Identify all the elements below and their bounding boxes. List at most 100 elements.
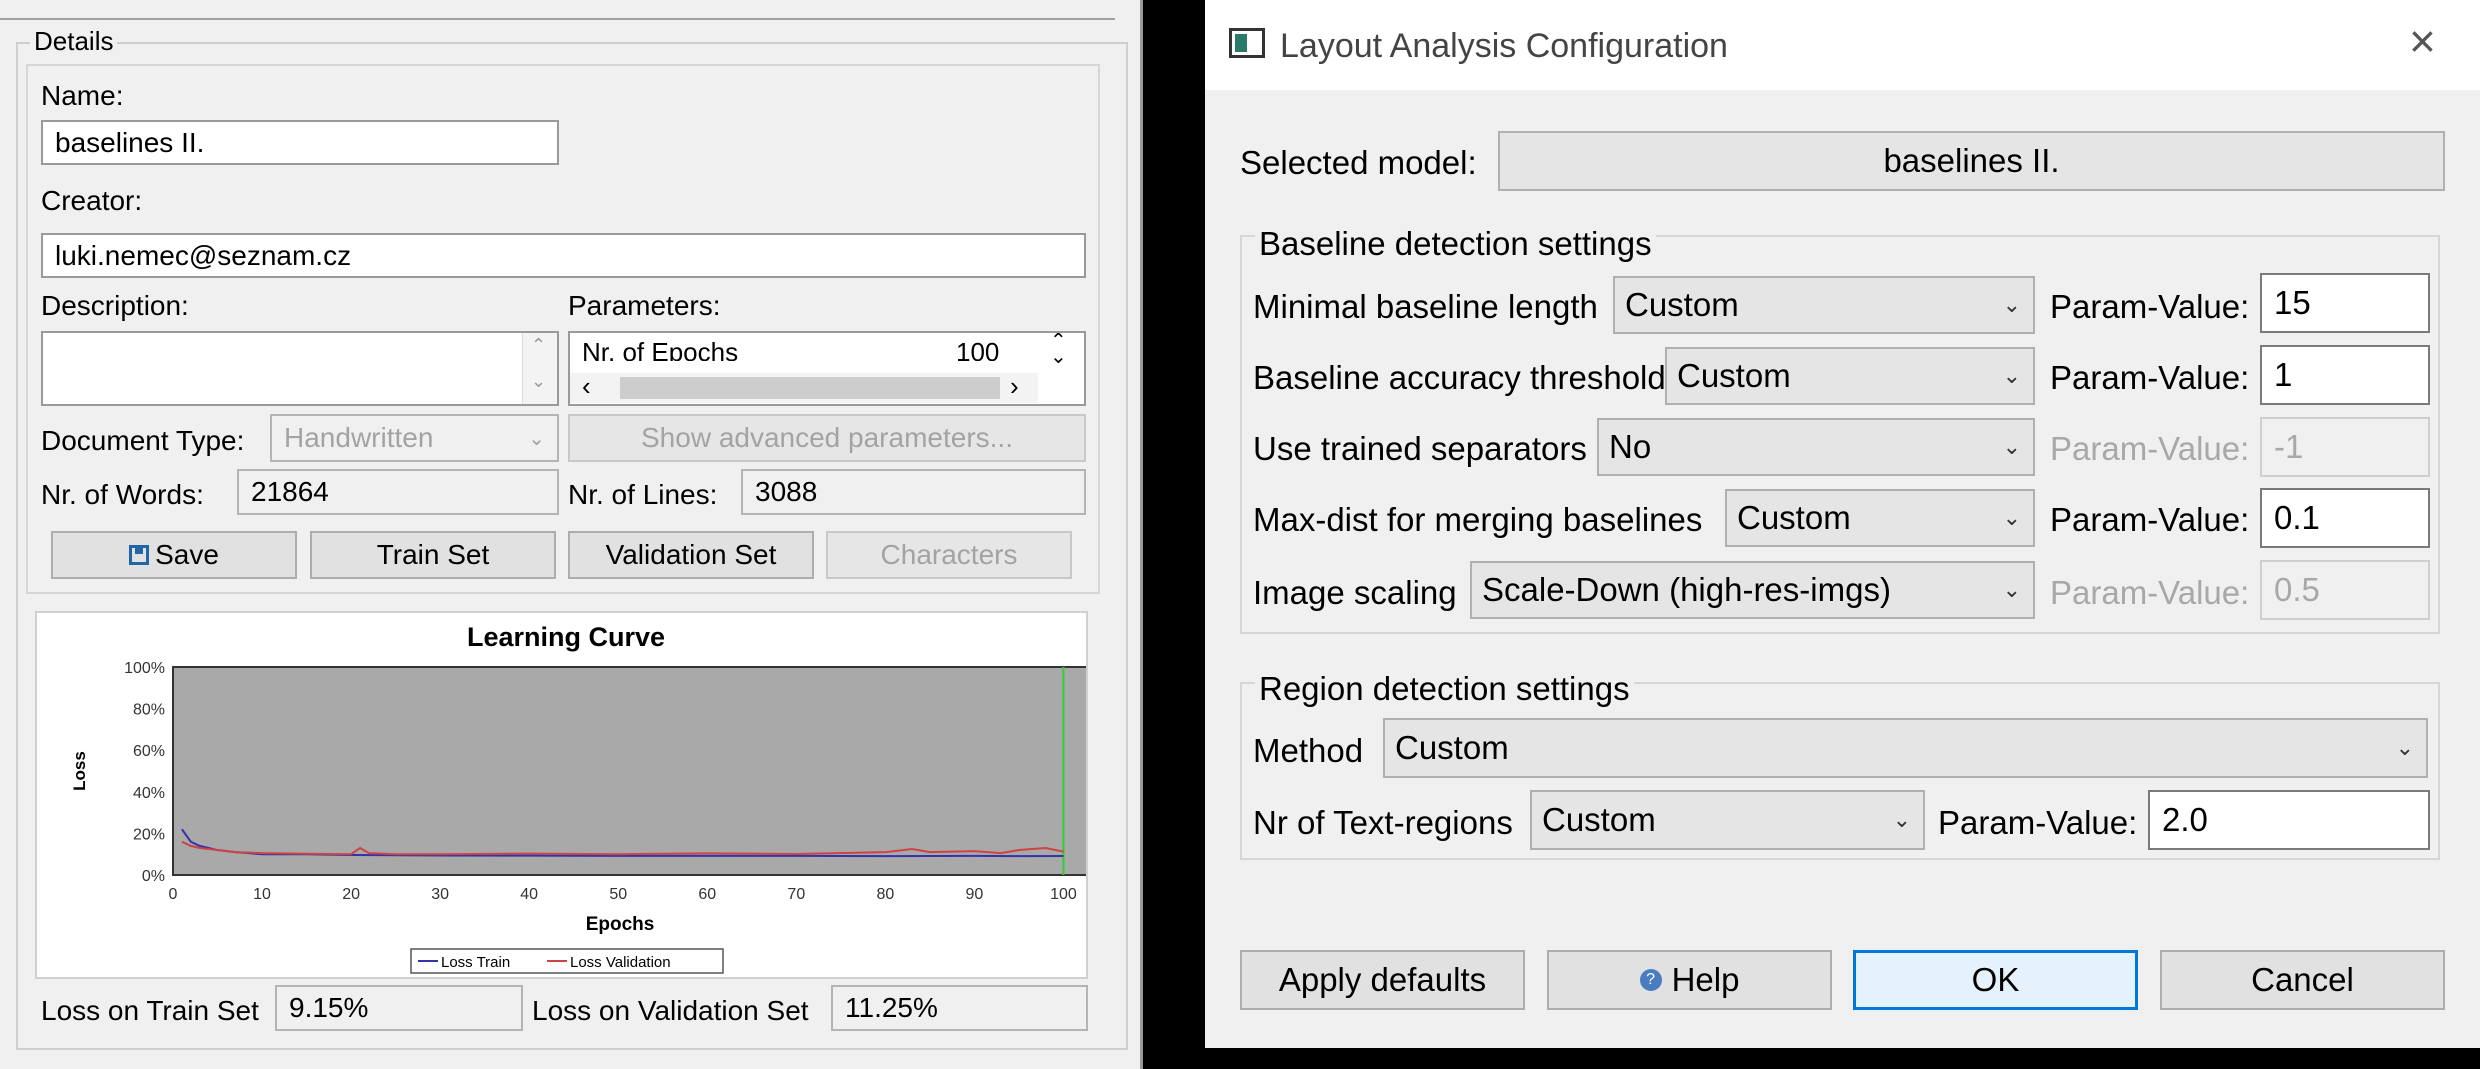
cancel-button[interactable]: Cancel [2160, 950, 2445, 1010]
save-label: Save [155, 539, 219, 570]
close-icon[interactable]: × [2409, 18, 2436, 64]
loss-validation-field: 11.25% [831, 985, 1088, 1031]
validation-set-button[interactable]: Validation Set [568, 531, 814, 579]
loss-train-label: Loss on Train Set [41, 995, 259, 1026]
show-advanced-parameters-button[interactable]: Show advanced parameters... [568, 414, 1086, 462]
baseline-accuracy-value[interactable]: 1 [2260, 345, 2430, 405]
use-trained-separators-value: -1 [2260, 417, 2430, 477]
parameters-table[interactable]: Nr. of Epochs 100 ⌃ ⌄ ‹ › [568, 331, 1086, 406]
app-icon [1229, 28, 1265, 58]
param-value-label: Param-Value: [1938, 804, 2138, 841]
save-button[interactable]: Save [51, 531, 297, 579]
chevron-down-icon: ⌄ [2002, 434, 2021, 459]
baseline-group-title: Baseline detection settings [1255, 227, 1656, 260]
text-regions-value[interactable]: 2.0 [2148, 790, 2430, 850]
y-tick-label: 0% [142, 868, 165, 885]
param-value-label: Param-Value: [2050, 359, 2250, 396]
ok-button[interactable]: OK [1853, 950, 2138, 1010]
chevron-down-icon: ⌄ [2002, 363, 2021, 388]
y-tick-label: 60% [133, 743, 165, 760]
parameters-spinner-icon[interactable]: ⌃ ⌄ [1050, 333, 1067, 367]
lines-label: Nr. of Lines: [568, 479, 718, 510]
chevron-down-icon: ⌄ [2002, 505, 2021, 530]
baseline-accuracy-label: Baseline accuracy threshold [1253, 359, 1666, 396]
chevron-down-icon: ⌄ [1892, 807, 1911, 832]
parameters-row-value: 100 [956, 337, 1000, 361]
x-tick-label: 70 [787, 886, 805, 903]
max-dist-merging-option: Custom [1737, 499, 1851, 536]
scroll-up-icon[interactable]: ⌃ [531, 335, 546, 356]
selected-model-field: baselines II. [1498, 131, 2445, 191]
y-tick-label: 100% [124, 660, 165, 677]
x-tick-label: 20 [342, 886, 360, 903]
x-tick-label: 40 [520, 886, 538, 903]
details-title: Details [30, 28, 118, 54]
max-dist-merging-label: Max-dist for merging baselines [1253, 501, 1703, 538]
dialog-title: Layout Analysis Configuration [1280, 27, 1728, 65]
text-regions-select[interactable]: Custom ⌄ [1530, 790, 1925, 850]
plot-area [172, 666, 1086, 876]
legend-loss-validation: Loss Validation [570, 954, 671, 971]
characters-button[interactable]: Characters [826, 531, 1072, 579]
x-tick-label: 100 [1050, 886, 1077, 903]
image-scaling-select[interactable]: Scale-Down (high-res-imgs) ⌄ [1470, 561, 2035, 619]
help-button[interactable]: ? Help [1547, 950, 1832, 1010]
scroll-thumb[interactable] [620, 377, 1000, 399]
name-field[interactable]: baselines II. [41, 120, 559, 165]
chevron-down-icon: ⌄ [2395, 735, 2414, 760]
description-label: Description: [41, 290, 189, 321]
image-scaling-option: Scale-Down (high-res-imgs) [1482, 571, 1891, 608]
loss-validation-label: Loss on Validation Set [532, 995, 809, 1026]
y-tick-label: 20% [133, 826, 165, 843]
x-tick-label: 80 [876, 886, 894, 903]
x-tick-label: 90 [966, 886, 984, 903]
scroll-right-icon[interactable]: › [1010, 371, 1019, 402]
save-icon [129, 545, 150, 565]
help-icon: ? [1639, 969, 1662, 991]
use-trained-separators-option: No [1609, 428, 1652, 465]
creator-label: Creator: [41, 185, 143, 216]
x-tick-label: 50 [609, 886, 627, 903]
document-type-select[interactable]: Handwritten ⌄ [270, 414, 559, 462]
param-value-label-disabled: Param-Value: [2050, 430, 2250, 467]
minimal-baseline-length-select[interactable]: Custom ⌄ [1613, 276, 2035, 334]
minimal-baseline-length-option: Custom [1625, 286, 1739, 323]
selected-model-label: Selected model: [1240, 144, 1477, 181]
parameters-hscrollbar[interactable]: ‹ › [570, 371, 1038, 403]
creator-field[interactable]: luki.nemec@seznam.cz [41, 233, 1086, 278]
baseline-accuracy-option: Custom [1677, 357, 1791, 394]
scroll-down-icon[interactable]: ⌄ [531, 371, 546, 392]
lines-field: 3088 [741, 469, 1086, 515]
train-set-button[interactable]: Train Set [310, 531, 556, 579]
legend-loss-train: Loss Train [441, 954, 510, 971]
chevron-down-icon: ⌄ [528, 428, 545, 450]
help-label: Help [1671, 961, 1740, 998]
description-field[interactable] [41, 331, 559, 406]
document-type-value: Handwritten [284, 422, 434, 453]
y-axis-label: Loss [70, 751, 89, 791]
parameters-row-name: Nr. of Epochs [582, 337, 739, 361]
x-tick-label: 30 [431, 886, 449, 903]
method-select[interactable]: Custom ⌄ [1383, 718, 2428, 778]
use-trained-separators-select[interactable]: No ⌄ [1597, 418, 2035, 476]
x-tick-label: 0 [169, 886, 178, 903]
y-tick-label: 80% [133, 702, 165, 719]
text-regions-label: Nr of Text-regions [1253, 804, 1513, 841]
use-trained-separators-label: Use trained separators [1253, 430, 1587, 467]
name-label: Name: [41, 80, 124, 111]
scroll-left-icon[interactable]: ‹ [582, 371, 591, 402]
parameters-label: Parameters: [568, 290, 721, 321]
minimal-baseline-length-value[interactable]: 15 [2260, 273, 2430, 333]
chart-title: Learning Curve [467, 622, 665, 652]
document-type-label: Document Type: [41, 425, 245, 456]
param-value-label: Param-Value: [2050, 501, 2250, 538]
details-top-border [0, 18, 1115, 20]
baseline-accuracy-select[interactable]: Custom ⌄ [1665, 347, 2035, 405]
apply-defaults-button[interactable]: Apply defaults [1240, 950, 1525, 1010]
chevron-down-icon: ⌄ [2002, 292, 2021, 317]
region-group-title: Region detection settings [1255, 672, 1634, 705]
description-scrollbar[interactable]: ⌃ ⌄ [522, 333, 557, 404]
max-dist-merging-select[interactable]: Custom ⌄ [1725, 489, 2035, 547]
loss-train-field: 9.15% [275, 985, 523, 1031]
max-dist-merging-value[interactable]: 0.1 [2260, 488, 2430, 548]
